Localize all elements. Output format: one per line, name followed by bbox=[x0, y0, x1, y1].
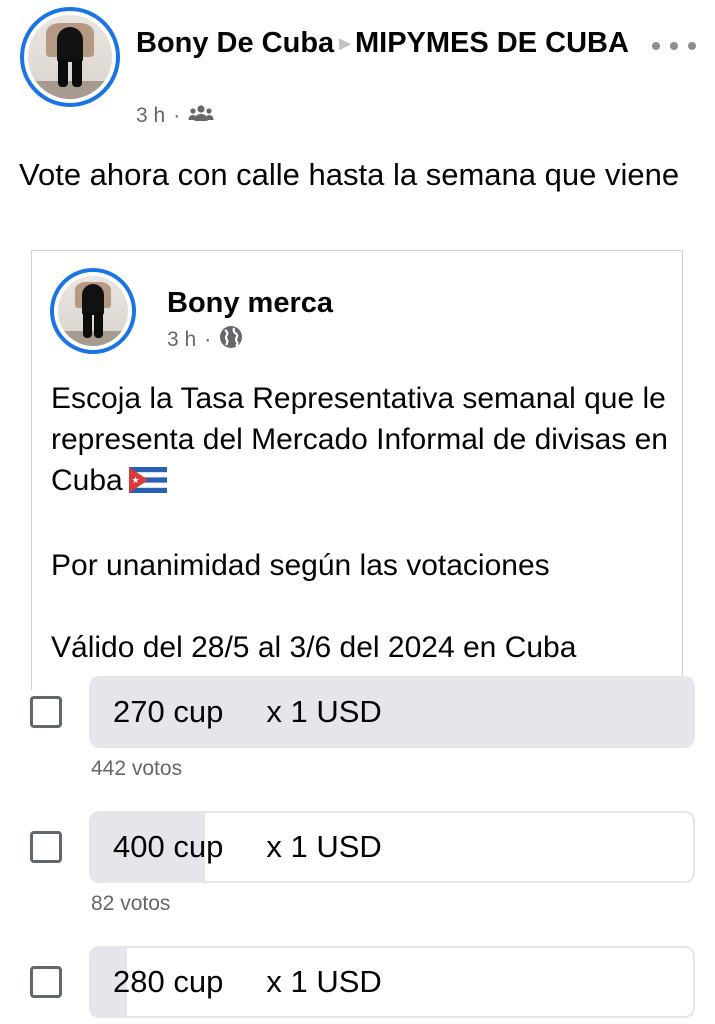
shared-post-meta: 3 h · bbox=[167, 325, 243, 355]
poll-option-bar[interactable]: 270 cup x 1 USD bbox=[89, 676, 695, 748]
poll-option-bar[interactable]: 280 cup x 1 USD bbox=[89, 946, 695, 1018]
globe-icon bbox=[219, 325, 243, 355]
poll-option-label: 400 cup x 1 USD bbox=[113, 829, 382, 864]
poll-option-label: 270 cup x 1 USD bbox=[113, 694, 382, 729]
poll-option-bar[interactable]: 400 cup x 1 USD bbox=[89, 811, 695, 883]
post-meta: 3 h · bbox=[136, 104, 214, 128]
more-options-icon[interactable] bbox=[652, 34, 696, 58]
avatar-photo bbox=[58, 276, 128, 346]
avatar-photo bbox=[28, 15, 112, 99]
poll-vote-count[interactable]: 442 votos bbox=[91, 757, 182, 781]
poll-checkbox[interactable] bbox=[30, 966, 62, 998]
shared-author-avatar[interactable] bbox=[50, 268, 136, 354]
poll-option[interactable]: 280 cup x 1 USD bbox=[0, 946, 715, 1020]
shared-paragraph-3: Válido del 28/5 al 3/6 del 2024 en Cuba bbox=[51, 631, 577, 664]
shared-paragraph-1: Escoja la Tasa Representativa semanal qu… bbox=[51, 378, 671, 504]
shared-post-text: Escoja la Tasa Representativa semanal qu… bbox=[51, 378, 671, 668]
group-icon bbox=[188, 104, 214, 128]
post-text: Vote ahora con calle hasta la semana que… bbox=[19, 157, 680, 192]
post-author-line: Bony De Cuba►MIPYMES DE CUBA bbox=[136, 24, 636, 65]
author-name[interactable]: Bony De Cuba bbox=[136, 27, 334, 59]
poll-option[interactable]: 270 cup x 1 USD bbox=[0, 676, 715, 750]
meta-separator: · bbox=[173, 104, 181, 127]
poll-option-label: 280 cup x 1 USD bbox=[113, 964, 382, 999]
poll-option[interactable]: 400 cup x 1 USD bbox=[0, 811, 715, 885]
poll-checkbox[interactable] bbox=[30, 831, 62, 863]
arrow-right-icon: ► bbox=[335, 33, 355, 55]
shared-author-name[interactable]: Bony merca bbox=[167, 284, 333, 322]
author-avatar[interactable] bbox=[20, 7, 120, 107]
group-name[interactable]: MIPYMES DE CUBA bbox=[355, 27, 629, 59]
post-time[interactable]: 3 h bbox=[136, 104, 165, 128]
shared-post-time[interactable]: 3 h bbox=[167, 328, 196, 352]
cuba-flag-icon bbox=[128, 463, 167, 504]
poll-checkbox[interactable] bbox=[30, 696, 62, 728]
meta-separator: · bbox=[204, 328, 212, 351]
shared-paragraph-2: Por unanimidad según las votaciones bbox=[51, 549, 550, 582]
poll-vote-count[interactable]: 82 votos bbox=[91, 892, 170, 916]
